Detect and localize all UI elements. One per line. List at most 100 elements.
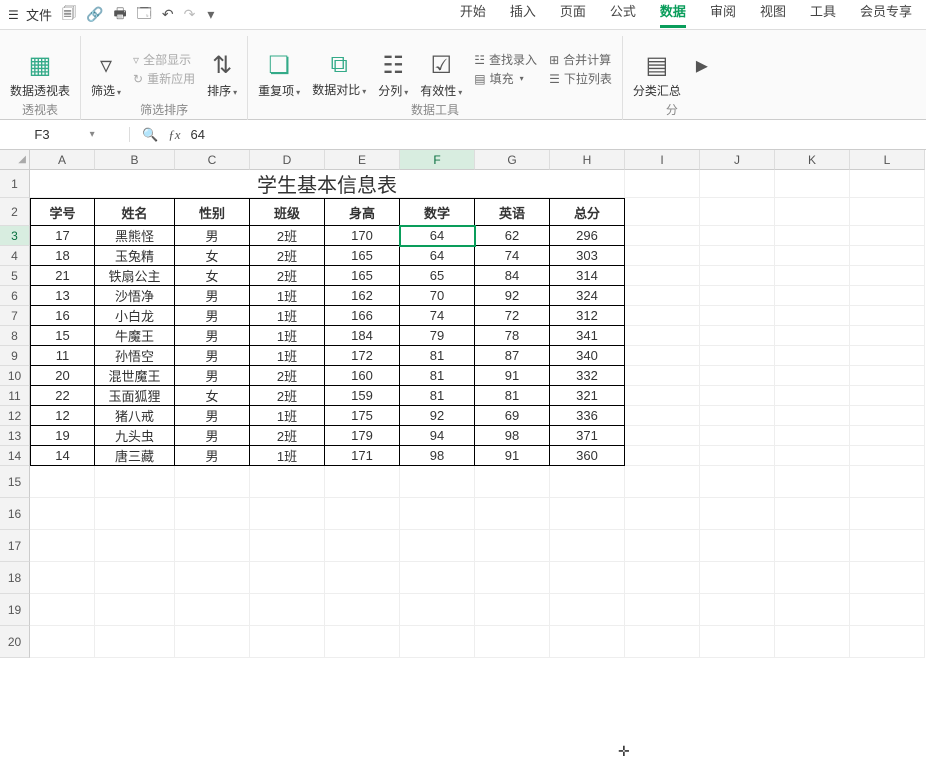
- table-header[interactable]: 姓名: [95, 198, 175, 226]
- print-icon[interactable]: 🖶: [113, 3, 126, 27]
- table-cell[interactable]: 21: [30, 266, 95, 286]
- cell[interactable]: [850, 366, 925, 386]
- col-header-B[interactable]: B: [95, 150, 175, 170]
- cell[interactable]: [30, 466, 95, 498]
- cell[interactable]: [625, 286, 700, 306]
- cell[interactable]: [30, 594, 95, 626]
- tab-data[interactable]: 数据: [660, 1, 686, 28]
- table-cell[interactable]: 165: [325, 266, 400, 286]
- table-cell[interactable]: 179: [325, 426, 400, 446]
- table-cell[interactable]: 1班: [250, 326, 325, 346]
- cell[interactable]: [775, 366, 850, 386]
- cell[interactable]: [325, 626, 400, 658]
- cell[interactable]: [325, 530, 400, 562]
- col-header-C[interactable]: C: [175, 150, 250, 170]
- col-header-F[interactable]: F: [400, 150, 475, 170]
- cell[interactable]: [95, 530, 175, 562]
- cell[interactable]: [95, 466, 175, 498]
- reapply-button[interactable]: ↻ 重新应用: [133, 70, 195, 87]
- preview-icon[interactable]: 🗔: [137, 3, 152, 27]
- filter-button[interactable]: ▿ 筛选▾: [91, 51, 121, 99]
- row-header-14[interactable]: 14: [0, 446, 30, 466]
- data-compare-button[interactable]: ⧉ 数据对比▾: [312, 51, 366, 98]
- file-menu[interactable]: 文件: [8, 5, 52, 24]
- cell[interactable]: [850, 198, 925, 226]
- table-cell[interactable]: 184: [325, 326, 400, 346]
- cell[interactable]: [175, 626, 250, 658]
- table-cell[interactable]: 男: [175, 366, 250, 386]
- cell[interactable]: [850, 562, 925, 594]
- table-cell[interactable]: 72: [475, 306, 550, 326]
- table-cell[interactable]: 唐三藏: [95, 446, 175, 466]
- cell[interactable]: [325, 594, 400, 626]
- table-cell[interactable]: 1班: [250, 346, 325, 366]
- table-cell[interactable]: 81: [400, 366, 475, 386]
- cell[interactable]: [700, 530, 775, 562]
- table-cell[interactable]: 女: [175, 246, 250, 266]
- col-header-D[interactable]: D: [250, 150, 325, 170]
- cell[interactable]: [250, 594, 325, 626]
- table-cell[interactable]: 2班: [250, 246, 325, 266]
- row-header-8[interactable]: 8: [0, 326, 30, 346]
- table-cell[interactable]: 沙悟净: [95, 286, 175, 306]
- col-header-G[interactable]: G: [475, 150, 550, 170]
- cell[interactable]: [175, 562, 250, 594]
- cell[interactable]: [95, 562, 175, 594]
- tab-formula[interactable]: 公式: [610, 1, 636, 28]
- cell[interactable]: [700, 562, 775, 594]
- cell[interactable]: [30, 626, 95, 658]
- table-cell[interactable]: 2班: [250, 366, 325, 386]
- cell[interactable]: [700, 366, 775, 386]
- cell[interactable]: [850, 446, 925, 466]
- sort-button[interactable]: ⇅ 排序▾: [207, 51, 237, 99]
- cell[interactable]: [250, 466, 325, 498]
- cell[interactable]: [775, 346, 850, 366]
- name-box-dropdown-icon[interactable]: ▾: [90, 129, 95, 140]
- table-cell[interactable]: 13: [30, 286, 95, 306]
- cell[interactable]: [625, 366, 700, 386]
- cell[interactable]: [700, 306, 775, 326]
- cell[interactable]: [850, 498, 925, 530]
- cell[interactable]: [775, 246, 850, 266]
- cell[interactable]: [775, 306, 850, 326]
- row-header-1[interactable]: 1: [0, 170, 30, 198]
- table-cell[interactable]: 男: [175, 226, 250, 246]
- cell[interactable]: [700, 326, 775, 346]
- table-cell[interactable]: 87: [475, 346, 550, 366]
- cell[interactable]: [850, 246, 925, 266]
- cell[interactable]: [625, 498, 700, 530]
- cell[interactable]: [775, 426, 850, 446]
- table-cell[interactable]: 78: [475, 326, 550, 346]
- cell[interactable]: [95, 626, 175, 658]
- cell[interactable]: [625, 226, 700, 246]
- table-cell[interactable]: 女: [175, 386, 250, 406]
- table-header[interactable]: 性别: [175, 198, 250, 226]
- table-cell[interactable]: 70: [400, 286, 475, 306]
- cell[interactable]: [625, 346, 700, 366]
- table-cell[interactable]: 360: [550, 446, 625, 466]
- cell[interactable]: [625, 466, 700, 498]
- table-cell[interactable]: 2班: [250, 226, 325, 246]
- table-cell[interactable]: 65: [400, 266, 475, 286]
- table-cell[interactable]: 1班: [250, 446, 325, 466]
- row-header-18[interactable]: 18: [0, 562, 30, 594]
- table-cell[interactable]: 81: [400, 346, 475, 366]
- cell[interactable]: [775, 446, 850, 466]
- cell[interactable]: [175, 498, 250, 530]
- table-header[interactable]: 学号: [30, 198, 95, 226]
- cell[interactable]: [850, 226, 925, 246]
- table-cell[interactable]: 91: [475, 446, 550, 466]
- table-cell[interactable]: 81: [400, 386, 475, 406]
- cell[interactable]: [700, 594, 775, 626]
- row-header-3[interactable]: 3: [0, 226, 30, 246]
- cell[interactable]: [775, 170, 850, 198]
- row-header-9[interactable]: 9: [0, 346, 30, 366]
- cell[interactable]: [700, 266, 775, 286]
- title-cell[interactable]: 学生基本信息表: [30, 170, 625, 198]
- cell[interactable]: [850, 346, 925, 366]
- row-header-7[interactable]: 7: [0, 306, 30, 326]
- spreadsheet-grid[interactable]: ◢ ABCDEFGHIJKL 1学生基本信息表2学号姓名性别班级身高数学英语总分…: [0, 150, 926, 658]
- table-cell[interactable]: 2班: [250, 426, 325, 446]
- cell[interactable]: [850, 326, 925, 346]
- table-header[interactable]: 数学: [400, 198, 475, 226]
